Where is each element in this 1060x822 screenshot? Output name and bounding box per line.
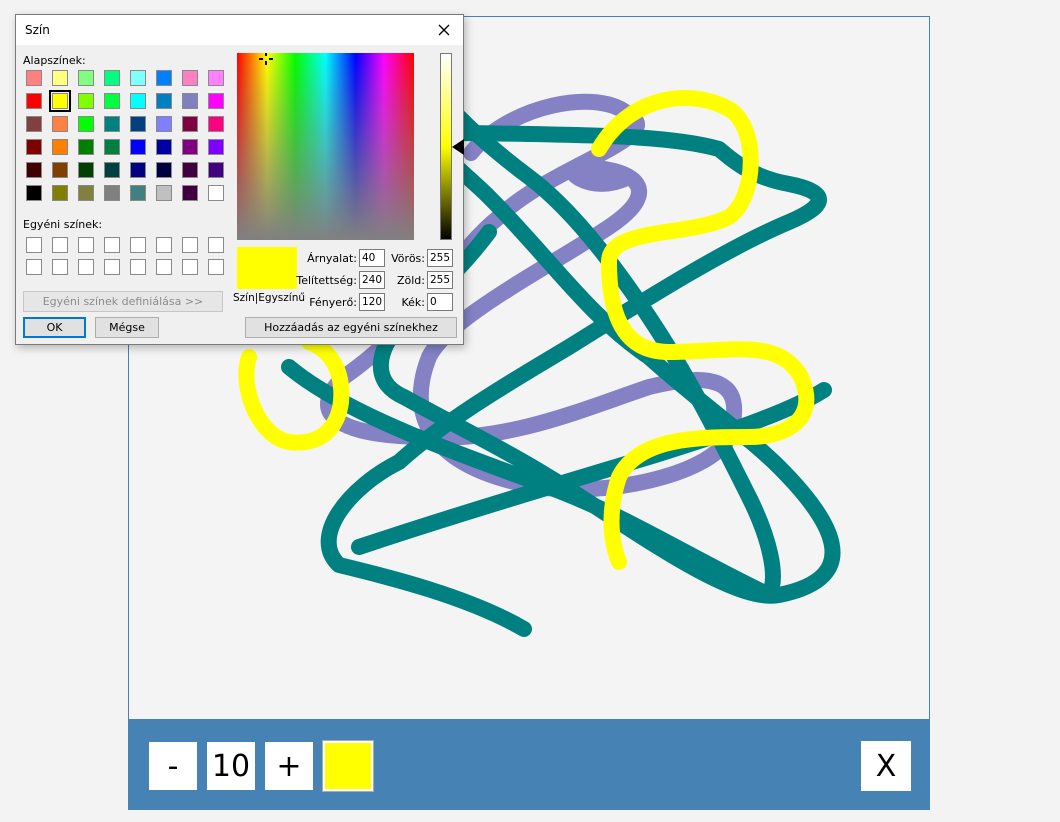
- hue-field[interactable]: 40: [359, 249, 385, 267]
- basic-color-swatch[interactable]: [104, 93, 120, 109]
- custom-color-swatch[interactable]: [104, 237, 120, 253]
- add-to-custom-colors-button[interactable]: Hozzáadás az egyéni színekhez: [245, 317, 457, 338]
- custom-color-swatch[interactable]: [182, 259, 198, 275]
- green-label: Zöld:: [396, 274, 425, 287]
- red-label: Vörös:: [391, 252, 425, 265]
- basic-color-swatch[interactable]: [78, 116, 94, 132]
- red-field[interactable]: 255: [427, 249, 453, 267]
- basic-color-swatch[interactable]: [130, 70, 146, 86]
- basic-color-swatch[interactable]: [52, 139, 68, 155]
- custom-color-swatch[interactable]: [130, 237, 146, 253]
- basic-color-swatch[interactable]: [130, 162, 146, 178]
- basic-color-swatch[interactable]: [104, 116, 120, 132]
- custom-color-swatch[interactable]: [26, 259, 42, 275]
- custom-color-swatch[interactable]: [130, 259, 146, 275]
- custom-color-swatch[interactable]: [78, 237, 94, 253]
- basic-color-swatch[interactable]: [104, 139, 120, 155]
- basic-color-swatch[interactable]: [26, 116, 42, 132]
- custom-color-swatch[interactable]: [104, 259, 120, 275]
- custom-color-swatch[interactable]: [78, 259, 94, 275]
- basic-color-swatch[interactable]: [156, 139, 172, 155]
- decrease-size-button[interactable]: -: [149, 742, 197, 790]
- basic-color-swatch[interactable]: [104, 185, 120, 201]
- luminance-arrow-icon[interactable]: [452, 139, 464, 155]
- hue-label: Árnyalat:: [307, 252, 357, 265]
- custom-color-swatch[interactable]: [208, 259, 224, 275]
- basic-color-swatch[interactable]: [130, 185, 146, 201]
- basic-color-swatch[interactable]: [156, 70, 172, 86]
- basic-color-swatch[interactable]: [26, 185, 42, 201]
- basic-color-swatch[interactable]: [182, 93, 198, 109]
- basic-color-swatch[interactable]: [78, 139, 94, 155]
- saturation-label: Telítettség:: [296, 274, 357, 287]
- custom-color-swatch[interactable]: [182, 237, 198, 253]
- color-picker-button[interactable]: [323, 741, 373, 791]
- dialog-titlebar[interactable]: Szín: [16, 15, 463, 45]
- color-dialog: Szín Alapszínek: Egyéni színek: Egyéni s…: [15, 14, 464, 345]
- basic-color-swatch[interactable]: [182, 70, 198, 86]
- color-spectrum[interactable]: [237, 53, 414, 240]
- basic-color-swatch[interactable]: [182, 139, 198, 155]
- crosshair-icon: [259, 53, 273, 65]
- basic-color-swatch[interactable]: [208, 139, 224, 155]
- close-app-button[interactable]: X: [861, 741, 911, 791]
- custom-color-swatch[interactable]: [156, 259, 172, 275]
- basic-color-swatch[interactable]: [78, 185, 94, 201]
- custom-color-swatch[interactable]: [156, 237, 172, 253]
- basic-color-swatch[interactable]: [52, 70, 68, 86]
- blue-label: Kék:: [401, 296, 425, 309]
- luminance-slider[interactable]: [440, 53, 452, 240]
- basic-color-swatch[interactable]: [156, 185, 172, 201]
- basic-colors-label: Alapszínek:: [23, 54, 86, 67]
- luminance-label: Fényerő:: [309, 296, 357, 309]
- cancel-button[interactable]: Mégse: [95, 317, 159, 338]
- basic-color-swatch[interactable]: [26, 139, 42, 155]
- basic-color-swatch[interactable]: [130, 116, 146, 132]
- basic-color-swatch[interactable]: [26, 93, 42, 109]
- increase-size-button[interactable]: +: [265, 742, 313, 790]
- saturation-field[interactable]: 240: [359, 271, 385, 289]
- basic-color-swatch[interactable]: [49, 90, 71, 112]
- custom-color-swatch[interactable]: [52, 259, 68, 275]
- custom-color-swatch[interactable]: [26, 237, 42, 253]
- custom-color-swatch[interactable]: [208, 237, 224, 253]
- basic-color-swatch[interactable]: [208, 162, 224, 178]
- basic-color-swatch[interactable]: [208, 116, 224, 132]
- basic-color-swatch[interactable]: [78, 70, 94, 86]
- basic-color-swatch[interactable]: [26, 70, 42, 86]
- preview-label: Szín|Egyszínű: [233, 292, 306, 304]
- luminance-field[interactable]: 120: [359, 293, 385, 311]
- basic-color-swatch[interactable]: [104, 162, 120, 178]
- custom-colors-label: Egyéni színek:: [23, 218, 103, 231]
- define-custom-colors-button: Egyéni színek definiálása >>: [23, 291, 223, 312]
- basic-color-swatch[interactable]: [78, 93, 94, 109]
- basic-color-swatch[interactable]: [182, 185, 198, 201]
- basic-color-swatch[interactable]: [52, 185, 68, 201]
- basic-color-swatch[interactable]: [182, 116, 198, 132]
- green-field[interactable]: 255: [427, 271, 453, 289]
- basic-color-swatch[interactable]: [208, 70, 224, 86]
- ok-button[interactable]: OK: [23, 317, 86, 338]
- basic-color-swatch[interactable]: [104, 70, 120, 86]
- basic-color-swatch[interactable]: [182, 162, 198, 178]
- close-icon[interactable]: [433, 19, 455, 41]
- basic-color-swatch[interactable]: [130, 93, 146, 109]
- brush-size-display: 10: [207, 742, 255, 790]
- basic-color-swatch[interactable]: [78, 162, 94, 178]
- basic-color-swatch[interactable]: [156, 116, 172, 132]
- dialog-title: Szín: [25, 23, 50, 37]
- basic-color-swatch[interactable]: [130, 139, 146, 155]
- basic-color-swatch[interactable]: [208, 185, 224, 201]
- basic-color-swatch[interactable]: [52, 116, 68, 132]
- basic-color-swatch[interactable]: [52, 162, 68, 178]
- blue-field[interactable]: 0: [427, 293, 453, 311]
- basic-color-swatch[interactable]: [208, 93, 224, 109]
- basic-color-swatch[interactable]: [156, 93, 172, 109]
- basic-color-swatch[interactable]: [26, 162, 42, 178]
- basic-color-swatch[interactable]: [156, 162, 172, 178]
- custom-color-swatch[interactable]: [52, 237, 68, 253]
- toolbar: - 10 + X: [129, 719, 929, 809]
